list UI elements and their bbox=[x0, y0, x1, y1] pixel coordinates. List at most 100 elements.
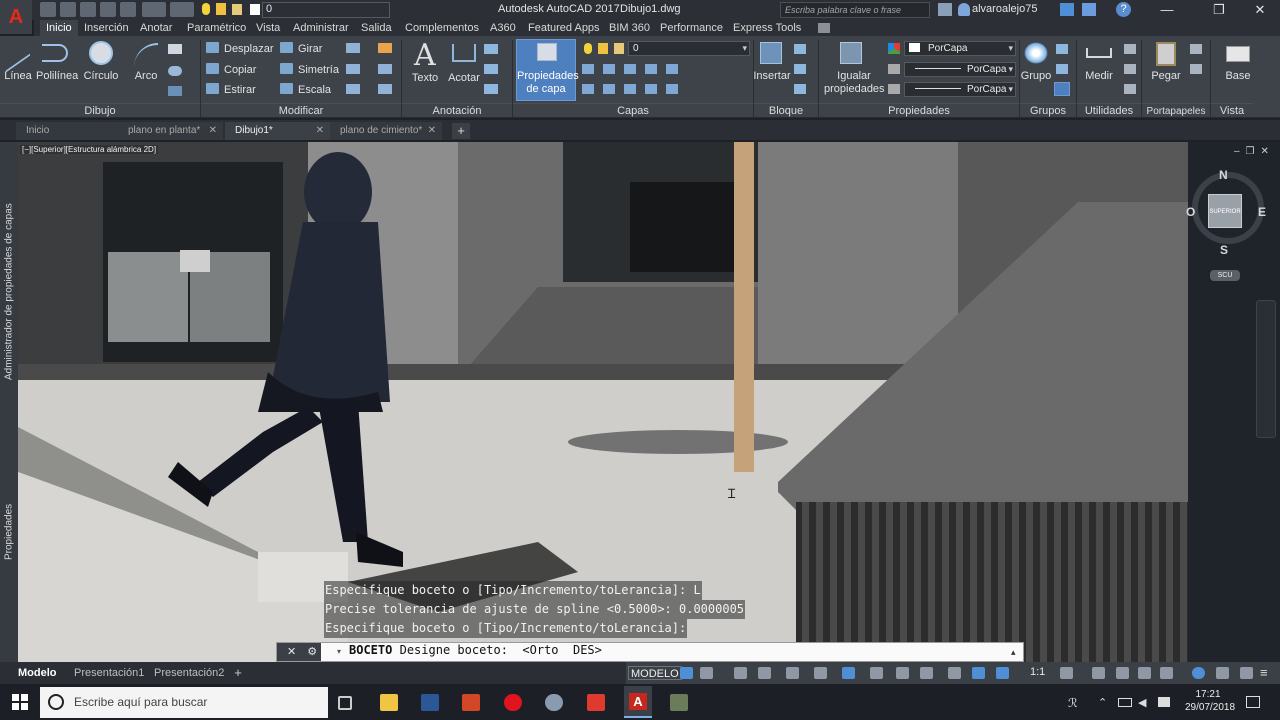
array-icon[interactable] bbox=[346, 84, 360, 94]
volume-icon[interactable]: ◀ bbox=[1138, 696, 1146, 709]
dropbox-icon[interactable] bbox=[1158, 697, 1170, 707]
grupos-panel-title[interactable]: Grupos bbox=[1020, 103, 1076, 118]
taskbar-clock[interactable]: 17:21 29/07/2018 bbox=[1185, 688, 1235, 714]
viewcube-face[interactable]: SUPERIOR bbox=[1208, 194, 1242, 228]
save-as-icon[interactable] bbox=[100, 2, 116, 17]
ungroup-icon[interactable] bbox=[1056, 44, 1068, 54]
compass-west[interactable]: O bbox=[1186, 205, 1195, 219]
windows-start-icon[interactable] bbox=[12, 694, 28, 710]
layer-tools-row1-icon[interactable] bbox=[582, 64, 678, 74]
viewport-controls-label[interactable]: [−][Superior][Estructura alámbrica 2D] bbox=[20, 145, 159, 154]
lineweight-combo[interactable]: PorCapa bbox=[904, 82, 1016, 97]
tab-vista[interactable]: Vista bbox=[254, 20, 282, 36]
powerpoint-icon[interactable] bbox=[462, 694, 480, 711]
tab-a360[interactable]: A360 bbox=[488, 20, 518, 36]
doc-tab-dibujo1[interactable]: Dibujo1* ✕ bbox=[225, 122, 330, 140]
app-menu-button[interactable]: A bbox=[0, 0, 32, 34]
layer-tools-row2-icon[interactable] bbox=[582, 84, 678, 94]
close-tab-icon[interactable]: ✕ bbox=[209, 122, 217, 140]
new-tab-button[interactable]: + bbox=[452, 123, 470, 139]
clean-screen-icon[interactable] bbox=[1240, 667, 1253, 679]
explode-icon[interactable] bbox=[378, 64, 392, 74]
capas-panel-title[interactable]: Capas bbox=[513, 103, 753, 118]
help-icon[interactable]: ? bbox=[1116, 2, 1131, 17]
offset-icon[interactable] bbox=[378, 84, 392, 94]
lock-ui-icon[interactable] bbox=[1160, 667, 1173, 679]
hardware-acceleration-icon[interactable] bbox=[1216, 667, 1229, 679]
ortho-icon[interactable] bbox=[734, 667, 747, 679]
vista-panel-title[interactable]: Vista bbox=[1211, 103, 1253, 118]
redo-icon[interactable] bbox=[170, 2, 194, 17]
hatch-icon[interactable] bbox=[168, 66, 182, 76]
minimize-button[interactable]: — bbox=[1144, 0, 1190, 20]
grid-icon[interactable] bbox=[680, 667, 693, 679]
save-icon[interactable] bbox=[80, 2, 96, 17]
undo-icon[interactable] bbox=[142, 2, 166, 17]
fillet-icon[interactable] bbox=[346, 64, 360, 74]
move-button[interactable]: Desplazar bbox=[206, 40, 274, 58]
block-attribute-icon[interactable] bbox=[794, 84, 806, 94]
layer-combo[interactable]: 0 bbox=[628, 41, 750, 56]
battery-icon[interactable] bbox=[1118, 698, 1132, 707]
compass-east[interactable]: E bbox=[1258, 205, 1266, 219]
linear-dim-icon[interactable] bbox=[484, 44, 498, 54]
layer-dropdown[interactable] bbox=[262, 2, 390, 18]
word-icon[interactable] bbox=[421, 694, 439, 711]
isolate-objects-icon[interactable] bbox=[1192, 667, 1205, 679]
workspace-gear-icon[interactable] bbox=[1060, 667, 1073, 679]
match-properties-button[interactable]: Igualar propiedades bbox=[824, 70, 885, 96]
opera-icon[interactable] bbox=[504, 694, 522, 711]
maximize-button[interactable]: ❐ bbox=[1196, 0, 1242, 20]
edit-block-icon[interactable] bbox=[794, 64, 806, 74]
user-name[interactable]: alvaroalejo75 bbox=[972, 3, 1037, 15]
exchange-icon[interactable] bbox=[1060, 3, 1074, 16]
mirror-button[interactable]: Simetría bbox=[280, 61, 339, 79]
propiedades-panel-title[interactable]: Propiedades bbox=[819, 103, 1019, 118]
units-icon[interactable] bbox=[1116, 667, 1129, 679]
rotate-button[interactable]: Girar bbox=[280, 40, 322, 58]
line-button[interactable]: Línea bbox=[0, 70, 38, 83]
close-tab-icon[interactable]: ✕ bbox=[428, 122, 436, 140]
tab-parametrico[interactable]: Paramétrico bbox=[185, 20, 248, 36]
customize-command-icon[interactable]: ⚙ bbox=[299, 646, 317, 658]
linetype-combo[interactable]: PorCapa bbox=[904, 62, 1016, 77]
lineweight-display-icon[interactable] bbox=[870, 667, 883, 679]
quick-select-icon[interactable] bbox=[1124, 84, 1136, 94]
binoculars-icon[interactable] bbox=[938, 3, 952, 16]
command-history-toggle-icon[interactable]: ▴ bbox=[1011, 643, 1016, 661]
selection-cycling-icon[interactable] bbox=[920, 667, 933, 679]
region-icon[interactable] bbox=[168, 86, 182, 96]
autoscale-icon[interactable] bbox=[996, 667, 1009, 679]
tab-complementos[interactable]: Complementos bbox=[403, 20, 481, 36]
group-button[interactable]: Grupo bbox=[1016, 70, 1056, 83]
calculator-icon[interactable] bbox=[1124, 44, 1136, 54]
isodraft-icon[interactable] bbox=[786, 667, 799, 679]
ribbon-display-icon[interactable] bbox=[818, 23, 830, 33]
pin-app-icon[interactable] bbox=[587, 694, 605, 711]
layer-properties-button[interactable]: Propiedades de capa bbox=[516, 39, 579, 101]
copy-clip-icon[interactable] bbox=[1190, 64, 1202, 74]
stretch-button[interactable]: Estirar bbox=[206, 81, 256, 99]
arc-button[interactable]: Arco bbox=[126, 70, 166, 83]
quick-properties-icon[interactable] bbox=[1138, 667, 1151, 679]
point-icon[interactable] bbox=[1124, 64, 1136, 74]
text-button[interactable]: Texto bbox=[405, 72, 445, 85]
group-select-icon[interactable] bbox=[1054, 82, 1070, 96]
compass-south[interactable]: S bbox=[1220, 243, 1228, 257]
customization-menu-icon[interactable]: ≡ bbox=[1260, 665, 1268, 680]
tray-expand-icon[interactable]: ⌃ bbox=[1098, 696, 1107, 709]
leader-icon[interactable] bbox=[484, 64, 498, 74]
copy-button[interactable]: Copiar bbox=[206, 61, 256, 79]
scale-button[interactable]: Escala bbox=[280, 81, 331, 99]
tab-anotar[interactable]: Anotar bbox=[138, 20, 174, 36]
command-line[interactable]: ✕ ⚙ ▾ BOCETO Designe boceto: <Orto DES> … bbox=[276, 642, 1024, 662]
snap-icon[interactable] bbox=[700, 667, 713, 679]
base-button[interactable]: Base bbox=[1218, 70, 1258, 83]
rectangle-icon[interactable] bbox=[168, 44, 182, 54]
dibujo-panel-title[interactable]: Dibujo bbox=[0, 103, 200, 118]
doc-tab-plano-cimiento[interactable]: plano de cimiento* ✕ bbox=[330, 122, 442, 140]
help-search-input[interactable]: Escriba palabra clave o frase bbox=[780, 2, 930, 18]
polar-icon[interactable] bbox=[758, 667, 771, 679]
color-combo[interactable]: PorCapa bbox=[904, 41, 1016, 56]
circle-button[interactable]: Círculo bbox=[81, 70, 121, 83]
